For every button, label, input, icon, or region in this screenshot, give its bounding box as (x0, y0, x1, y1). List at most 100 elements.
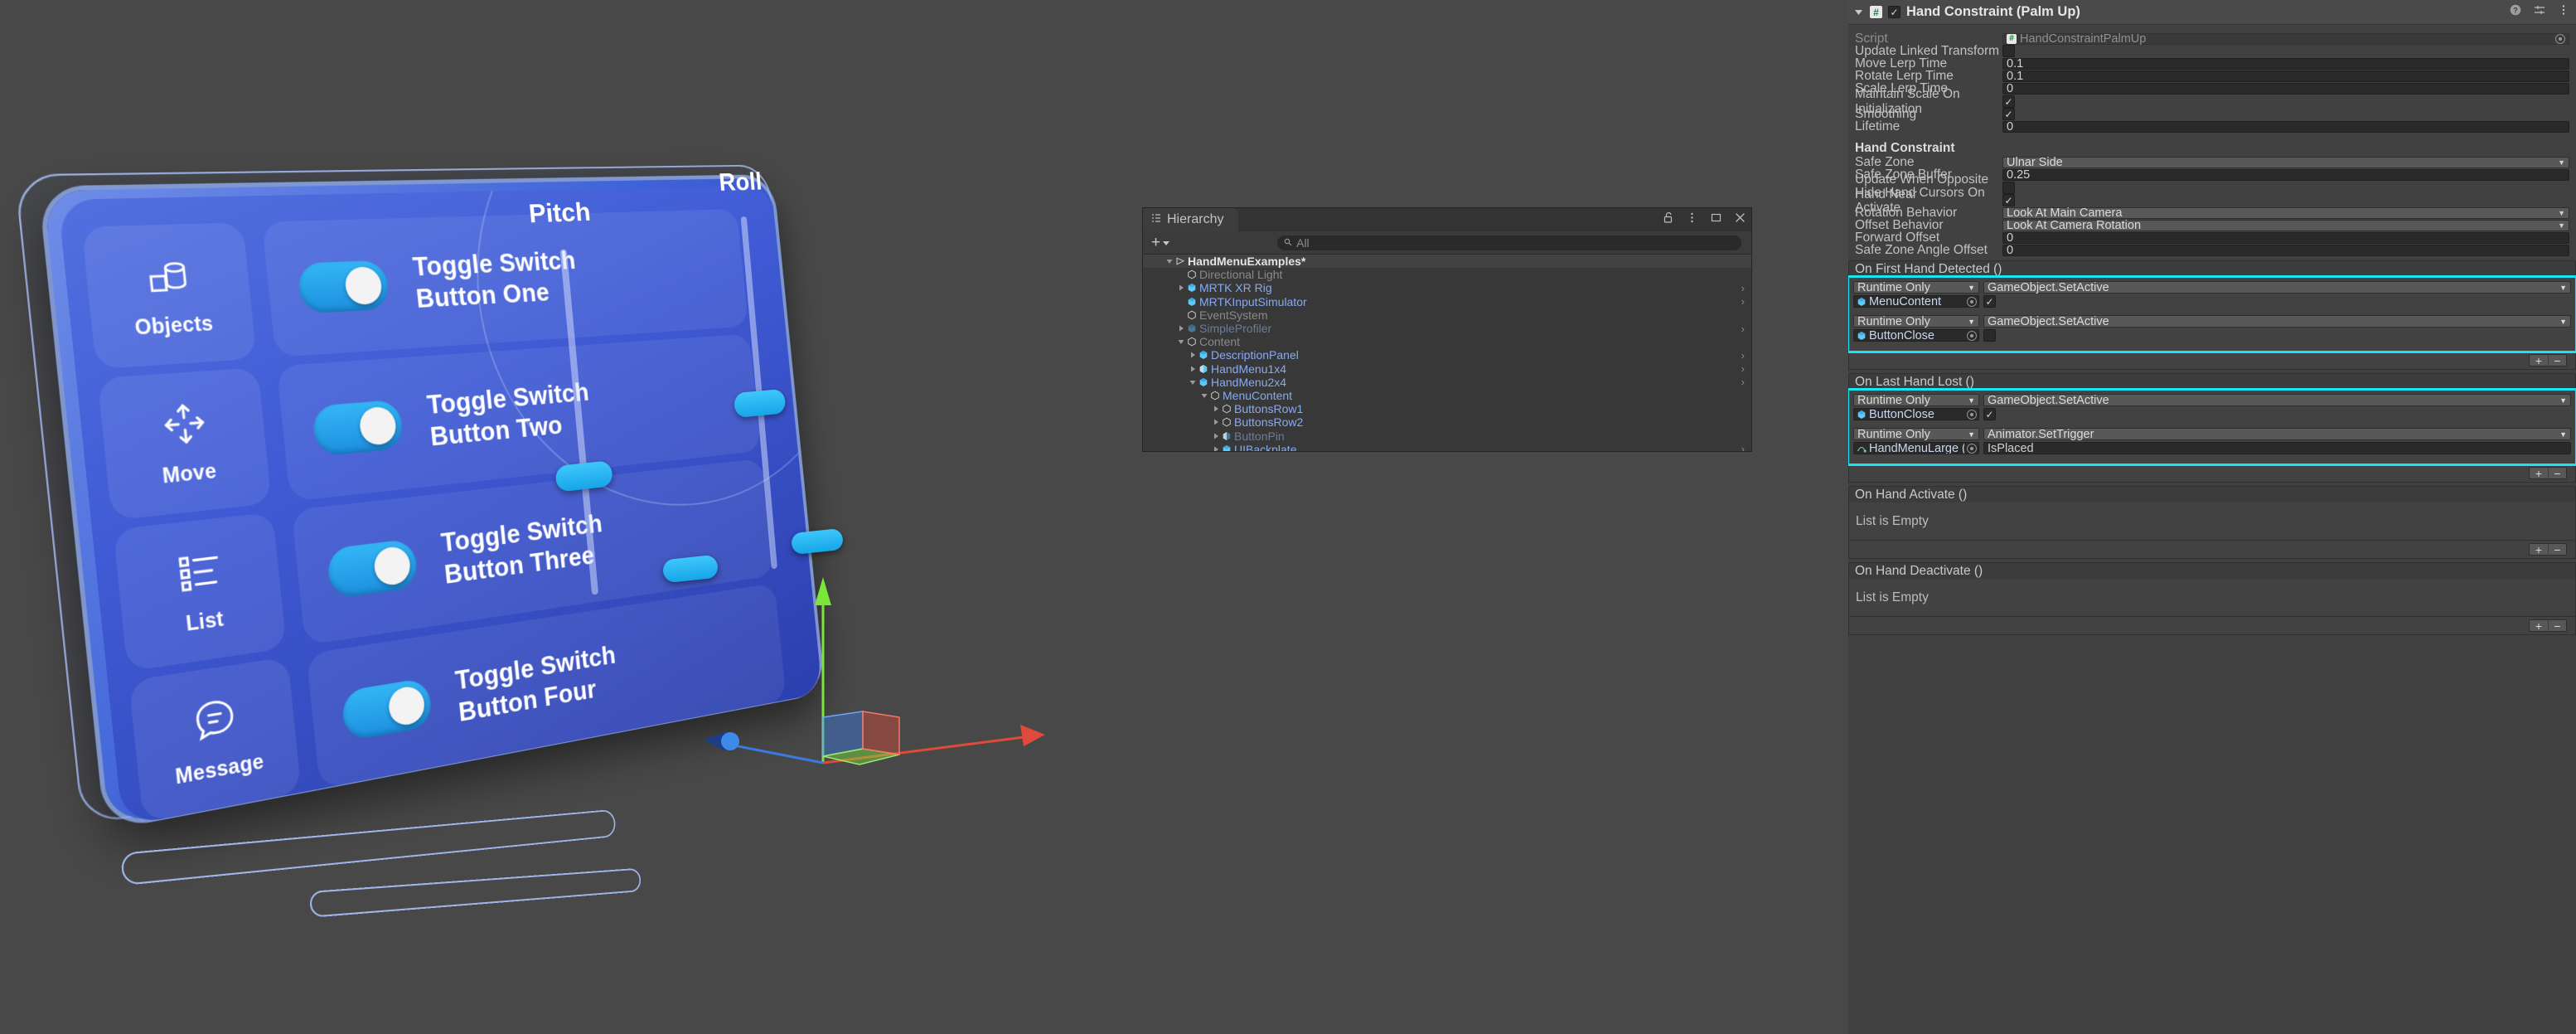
twisty-icon[interactable] (1211, 419, 1220, 425)
twisty-icon[interactable] (1188, 379, 1197, 386)
toggle-switch-two[interactable] (311, 399, 404, 457)
hierarchy-row[interactable]: DescriptionPanel › (1143, 348, 1751, 362)
event-entry[interactable]: Runtime Only ▼ GameObject.SetActive ▼ Bu… (1853, 315, 2571, 342)
event-method-dropdown[interactable]: GameObject.SetActive ▼ (1983, 394, 2571, 407)
twisty-icon[interactable] (1199, 392, 1208, 399)
scene-view[interactable]: Objects Move List Message Toggle Switch … (0, 0, 1848, 1034)
slider-thumb[interactable] (733, 388, 787, 419)
add-gameobject-button[interactable]: + (1148, 234, 1173, 252)
twisty-icon[interactable] (1176, 284, 1185, 291)
slider-roll[interactable]: Roll (682, 167, 798, 570)
search-input[interactable]: All (1277, 235, 1741, 250)
property-row[interactable]: Lifetime 0 (1848, 119, 2576, 133)
event-add-remove-buttons[interactable]: + − (2529, 467, 2567, 479)
event-entry[interactable]: Runtime Only ▼ Animator.SetTrigger ▼ Han… (1853, 428, 2571, 455)
object-picker-icon[interactable] (1967, 330, 1977, 341)
component-header[interactable]: # ✓ Hand Constraint (Palm Up) ? (1848, 0, 2576, 25)
kebab-menu-icon[interactable] (2558, 4, 2569, 20)
hierarchy-row[interactable]: SimpleProfiler › (1143, 322, 1751, 335)
prefab-open-chevron-icon[interactable]: › (1741, 362, 1745, 375)
hierarchy-row[interactable]: MRTK XR Rig › (1143, 281, 1751, 294)
object-picker-icon[interactable] (2555, 33, 2565, 44)
hierarchy-row[interactable]: ButtonsRow1 (1143, 402, 1751, 415)
event-arg-checkbox[interactable] (1983, 329, 1996, 342)
hierarchy-window[interactable]: Hierarchy + All HandMenuExamples* Direct… (1142, 207, 1752, 452)
twisty-icon[interactable] (1188, 352, 1197, 358)
toggle-switch-three[interactable] (326, 537, 419, 600)
prefab-open-chevron-icon[interactable]: › (1741, 282, 1745, 294)
event-arg-checkbox[interactable]: ✓ (1983, 408, 1996, 420)
number-field[interactable]: 0.25 (2002, 168, 2569, 182)
event-target-object-field[interactable]: ButtonClose (1853, 408, 1979, 420)
event-arg-checkbox[interactable]: ✓ (1983, 295, 1996, 308)
twisty-icon[interactable] (1176, 338, 1185, 345)
dropdown-field[interactable]: Look At Camera Rotation ▼ (2002, 219, 2569, 232)
dropdown-field[interactable]: Look At Main Camera ▼ (2002, 206, 2569, 220)
add-event-button[interactable]: + (2530, 355, 2548, 367)
event-method-dropdown[interactable]: GameObject.SetActive ▼ (1983, 315, 2571, 328)
preset-icon[interactable] (2534, 4, 2545, 20)
event-mode-dropdown[interactable]: Runtime Only ▼ (1853, 315, 1979, 328)
hierarchy-row[interactable]: ButtonPin (1143, 429, 1751, 443)
slider-pitch[interactable]: Pitch (495, 197, 623, 595)
dropdown-field[interactable]: Ulnar Side ▼ (2002, 156, 2569, 169)
twisty-icon[interactable] (1165, 258, 1174, 265)
close-icon[interactable] (1734, 211, 1746, 228)
menu-button-list[interactable]: List (113, 512, 287, 672)
prefab-open-chevron-icon[interactable]: › (1741, 443, 1745, 451)
hierarchy-row[interactable]: HandMenu1x4 › (1143, 362, 1751, 376)
inspector-panel[interactable]: # ✓ Hand Constraint (Palm Up) ? Script #… (1848, 0, 2576, 1034)
remove-event-button[interactable]: − (2548, 619, 2566, 632)
foldout-arrow-icon[interactable] (1855, 8, 1864, 16)
remove-event-button[interactable]: − (2548, 354, 2566, 367)
event-add-remove-buttons[interactable]: + − (2529, 619, 2567, 632)
number-field[interactable]: 0 (2002, 244, 2569, 257)
twisty-icon[interactable] (1211, 433, 1220, 439)
event-mode-dropdown[interactable]: Runtime Only ▼ (1853, 428, 1979, 441)
property-checkbox[interactable]: ✓ (2002, 194, 2015, 207)
hierarchy-row[interactable]: UIBackplate › (1143, 443, 1751, 451)
hierarchy-row[interactable]: MenuContent (1143, 389, 1751, 402)
event-add-remove-buttons[interactable]: + − (2529, 543, 2567, 556)
twisty-icon[interactable] (1176, 325, 1185, 332)
property-row[interactable]: Safe Zone Angle Offset 0 (1848, 243, 2576, 257)
hierarchy-row[interactable]: Directional Light (1143, 268, 1751, 281)
object-picker-icon[interactable] (1967, 296, 1977, 307)
event-arg-field[interactable]: IsPlaced (1983, 442, 2571, 455)
event-target-object-field[interactable]: MenuContent (1853, 295, 1979, 308)
event-mode-dropdown[interactable]: Runtime Only ▼ (1853, 281, 1979, 294)
twisty-icon[interactable] (1188, 366, 1197, 372)
menu-button-objects[interactable]: Objects (81, 222, 257, 370)
add-event-button[interactable]: + (2530, 468, 2548, 479)
event-entry[interactable]: Runtime Only ▼ GameObject.SetActive ▼ Me… (1853, 281, 2571, 308)
event-method-dropdown[interactable]: GameObject.SetActive ▼ (1983, 281, 2571, 294)
add-event-button[interactable]: + (2530, 620, 2548, 632)
event-add-remove-buttons[interactable]: + − (2529, 354, 2567, 367)
event-list[interactable]: Runtime Only ▼ GameObject.SetActive ▼ Bu… (1848, 388, 2576, 466)
number-field[interactable]: 0 (2002, 231, 2569, 245)
component-enabled-checkbox[interactable]: ✓ (1888, 6, 1901, 18)
add-event-button[interactable]: + (2530, 544, 2548, 556)
hierarchy-toolbar[interactable]: + All (1143, 231, 1751, 255)
tab-hierarchy[interactable]: Hierarchy (1143, 208, 1239, 231)
event-entry[interactable]: Runtime Only ▼ GameObject.SetActive ▼ Bu… (1853, 394, 2571, 420)
property-checkbox[interactable] (2002, 45, 2015, 58)
maximize-icon[interactable] (1710, 211, 1722, 228)
twisty-icon[interactable] (1211, 446, 1220, 451)
object-picker-icon[interactable] (1967, 409, 1977, 420)
hierarchy-row[interactable]: HandMenu2x4 › (1143, 376, 1751, 389)
event-method-dropdown[interactable]: Animator.SetTrigger ▼ (1983, 428, 2571, 441)
remove-event-button[interactable]: − (2548, 543, 2566, 556)
hierarchy-row[interactable]: HandMenuExamples* (1143, 255, 1751, 269)
prefab-open-chevron-icon[interactable]: › (1741, 323, 1745, 335)
toggle-switch-one[interactable] (296, 260, 390, 313)
prefab-open-chevron-icon[interactable]: › (1741, 349, 1745, 362)
transform-gizmo[interactable] (700, 547, 1048, 804)
property-checkbox[interactable]: ✓ (2002, 108, 2015, 121)
object-picker-icon[interactable] (1967, 443, 1977, 454)
twisty-icon[interactable] (1211, 405, 1220, 412)
hierarchy-row[interactable]: ButtonsRow2 (1143, 415, 1751, 429)
hierarchy-tree[interactable]: HandMenuExamples* Directional Light MRTK X… (1143, 255, 1751, 451)
number-field[interactable]: 0.1 (2002, 70, 2569, 83)
help-icon[interactable]: ? (2510, 4, 2521, 20)
